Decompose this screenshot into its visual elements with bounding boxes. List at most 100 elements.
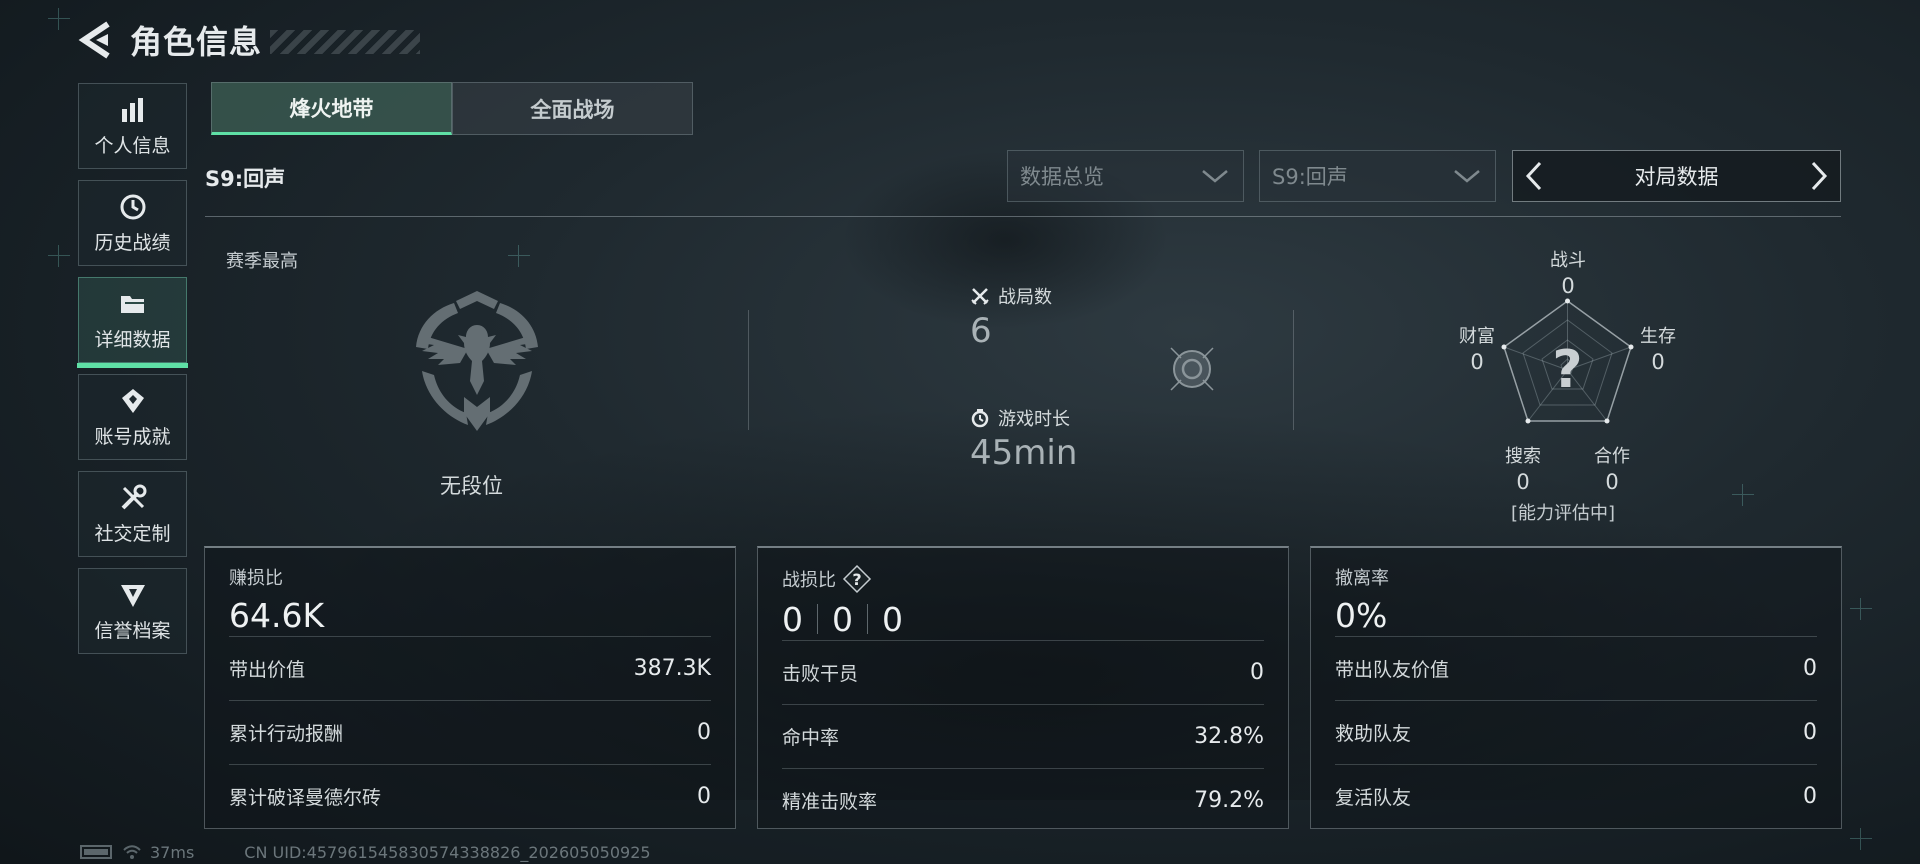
chevron-down-icon <box>1454 170 1480 183</box>
chevron-down-icon <box>1202 170 1228 183</box>
chevron-right-icon[interactable] <box>1808 160 1830 192</box>
overview-dropdown[interactable]: 数据总览 <box>1007 150 1244 202</box>
row-label: 击败干员 <box>782 663 859 685</box>
season-dropdown[interactable]: S9:回声 <box>1259 150 1496 202</box>
match-data-pager: 对局数据 <box>1512 150 1841 202</box>
tab-hazard-zone[interactable]: 烽火地带 <box>211 82 452 135</box>
back-arrow-icon[interactable] <box>78 20 114 60</box>
sidebar-item-label: 社交定制 <box>94 522 171 545</box>
sidebar-item-achievements[interactable]: 账号成就 <box>78 374 187 460</box>
card-row: 救助队友 0 <box>1335 700 1817 764</box>
status-footer: 37ms CN UID:457961545830574338826_202605… <box>80 842 651 862</box>
radar-value-search: 0 <box>1516 470 1530 494</box>
section-divider <box>205 216 1841 217</box>
card-title: 战损比 <box>782 570 836 591</box>
sidebar-item-history[interactable]: 历史战绩 <box>78 180 187 266</box>
sidebar-item-detailed-data[interactable]: 详细数据 <box>77 277 188 368</box>
card-main-value: 0% <box>1335 595 1388 635</box>
row-label: 带出价值 <box>229 659 306 681</box>
card-title: 撤离率 <box>1335 568 1389 589</box>
card-title-row: 战损比 ? <box>782 564 1264 594</box>
wifi-icon <box>123 845 141 859</box>
sidebar-item-personal-info[interactable]: 个人信息 <box>78 83 187 169</box>
kd-ratio-values: 0 0 0 <box>782 598 1264 640</box>
sidebar-item-label: 个人信息 <box>94 134 171 157</box>
season-best-label: 赛季最高 <box>226 251 298 272</box>
radar-label-combat: 战斗 <box>1550 250 1586 271</box>
deco-crosshair <box>1850 598 1872 620</box>
ratio-value: 0 <box>782 599 803 639</box>
sidebar-item-label: 账号成就 <box>94 425 171 448</box>
radar-label-wealth: 财富 <box>1459 326 1495 347</box>
achievement-icon <box>121 388 144 413</box>
row-label: 复活队友 <box>1335 787 1412 809</box>
row-value: 0 <box>697 720 711 745</box>
history-clock-icon <box>120 194 145 219</box>
playtime-label: 游戏时长 <box>998 409 1070 430</box>
card-main-value: 64.6K <box>229 595 325 635</box>
radar-status-note: [能力评估中] <box>1511 503 1616 524</box>
card-row: 精准击败率 79.2% <box>782 768 1264 832</box>
matches-stat: 战局数 6 <box>970 283 1052 351</box>
mode-tabs: 烽火地带 全面战场 <box>211 82 693 135</box>
vertical-divider <box>748 310 749 430</box>
title-stripe-decoration <box>270 30 421 54</box>
radar-label-search: 搜索 <box>1505 446 1541 467</box>
ratio-separator <box>867 604 868 634</box>
target-reticle-icon <box>1170 347 1214 391</box>
tab-full-battlefield[interactable]: 全面战场 <box>452 82 693 135</box>
row-label: 带出队友价值 <box>1335 659 1450 681</box>
radar-label-cooperation: 合作 <box>1594 446 1630 467</box>
card-title: 赚损比 <box>229 568 283 589</box>
crossed-swords-icon <box>971 288 989 305</box>
deco-crosshair <box>1732 484 1754 506</box>
radar-center-mark: ? <box>1552 340 1582 400</box>
stopwatch-icon <box>971 409 989 428</box>
row-label: 累计破译曼德尔砖 <box>229 787 382 809</box>
row-value: 32.8% <box>1194 724 1264 749</box>
rank-emblem-eagle-icon <box>416 291 538 431</box>
row-value: 0 <box>1803 656 1817 681</box>
sidebar-item-social[interactable]: 社交定制 <box>78 471 187 557</box>
sidebar-item-label: 历史战绩 <box>94 231 171 254</box>
radar-value-survival: 0 <box>1651 350 1665 374</box>
sidebar-item-label: 详细数据 <box>94 328 171 351</box>
sidebar-item-label: 信誉档案 <box>94 619 171 642</box>
playtime-value: 45min <box>970 433 1078 473</box>
ping-value: 37ms <box>150 842 195 862</box>
row-value: 0 <box>1803 784 1817 809</box>
tools-icon <box>121 484 146 509</box>
deco-crosshair <box>48 245 70 267</box>
matches-value: 6 <box>970 311 992 351</box>
card-row: 带出价值 387.3K <box>229 636 711 700</box>
card-row: 带出队友价值 0 <box>1335 636 1817 700</box>
deco-crosshair <box>508 245 530 267</box>
vertical-divider <box>1293 310 1294 430</box>
season-label: S9:回声 <box>205 167 286 191</box>
row-value: 0 <box>1803 720 1817 745</box>
sidebar-item-reputation[interactable]: 信誉档案 <box>78 568 187 654</box>
page-header: 角色信息 <box>78 18 421 62</box>
rank-text: 无段位 <box>440 474 503 498</box>
svg-text:?: ? <box>852 570 861 589</box>
extraction-rate-card: 撤离率 0% 带出队友价值 0 救助队友 0 复活队友 0 <box>1310 546 1842 829</box>
ratio-separator <box>817 604 818 634</box>
help-question-icon[interactable]: ? <box>842 564 872 594</box>
matches-label: 战局数 <box>998 287 1052 308</box>
radar-value-wealth: 0 <box>1470 350 1484 374</box>
radar-label-survival: 生存 <box>1640 326 1676 347</box>
dropdown-value: S9:回声 <box>1272 165 1348 189</box>
folder-icon <box>120 295 144 313</box>
row-value: 0 <box>697 784 711 809</box>
deco-crosshair <box>48 8 70 30</box>
card-row: 复活队友 0 <box>1335 764 1817 828</box>
ability-radar-chart: ? <box>1501 298 1634 424</box>
row-value: 79.2% <box>1194 788 1264 813</box>
chevron-left-icon[interactable] <box>1523 160 1545 192</box>
uid-text: CN UID:457961545830574338826_20260505092… <box>244 842 651 862</box>
card-row: 累计破译曼德尔砖 0 <box>229 764 711 828</box>
radar-value-combat: 0 <box>1561 274 1575 298</box>
deco-crosshair <box>1850 828 1872 850</box>
ratio-value: 0 <box>832 599 853 639</box>
row-label: 累计行动报酬 <box>229 723 344 745</box>
